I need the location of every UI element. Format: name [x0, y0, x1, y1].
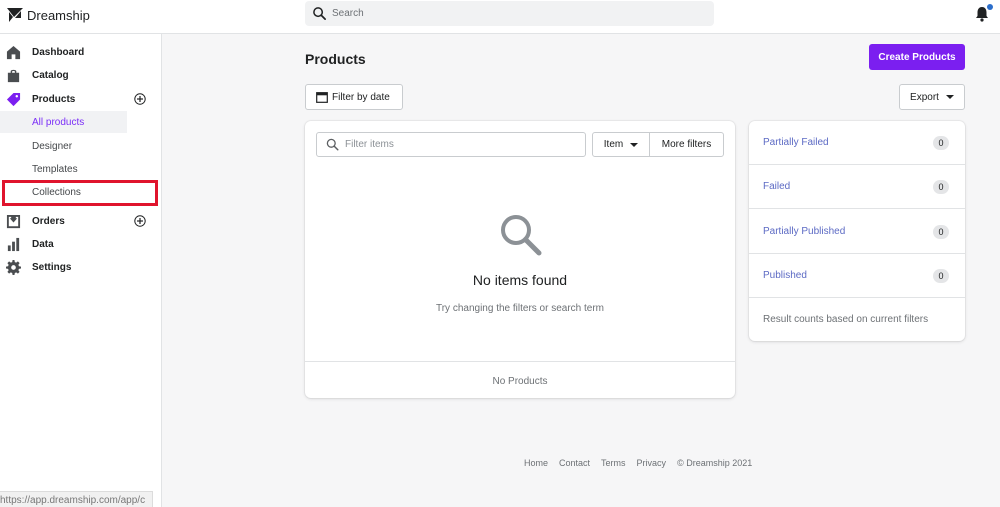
products-card: Item More filters No items found Try cha…	[305, 121, 735, 398]
page-footer: Home Contact Terms Privacy © Dreamship 2…	[524, 458, 752, 468]
sidebar-item-orders[interactable]: Orders	[0, 211, 161, 231]
sidebar-subitem-templates[interactable]: Templates	[0, 158, 127, 180]
caret-down-icon	[945, 95, 954, 99]
filter-by-date-button[interactable]: Filter by date	[305, 84, 403, 110]
sidebar-subitem-all-products[interactable]: All products	[0, 111, 127, 133]
item-filter-dropdown[interactable]: Item	[592, 132, 650, 157]
sidebar-subitem-designer[interactable]: Designer	[0, 135, 127, 157]
sidebar-item-dashboard[interactable]: Dashboard	[0, 42, 161, 62]
search-input[interactable]	[332, 8, 692, 19]
result-counts-note: Result counts based on current filters	[763, 314, 929, 325]
footer-copyright: © Dreamship 2021	[677, 458, 753, 468]
status-count-badge: 0	[933, 180, 949, 194]
status-row-label[interactable]: Published	[763, 270, 807, 281]
top-bar: Dreamship	[0, 0, 1000, 34]
bar-chart-icon	[7, 237, 20, 251]
sidebar-item-label: Orders	[32, 215, 65, 227]
filter-by-date-label: Filter by date	[332, 91, 390, 103]
status-row-partially-failed[interactable]: Partially Failed 0	[749, 121, 965, 165]
status-count-badge: 0	[933, 225, 949, 239]
footer-link-privacy[interactable]: Privacy	[637, 458, 667, 468]
more-filters-button[interactable]: More filters	[649, 132, 724, 157]
status-count-badge: 0	[933, 136, 949, 150]
highlight-box	[2, 180, 158, 206]
brand-name: Dreamship	[27, 7, 90, 23]
status-row-label[interactable]: Partially Failed	[763, 137, 829, 148]
status-row-failed[interactable]: Failed 0	[749, 165, 965, 209]
search-box[interactable]	[305, 1, 714, 26]
sidebar-item-catalog[interactable]: Catalog	[0, 65, 161, 85]
tag-icon	[6, 92, 21, 106]
empty-state-title: No items found	[472, 272, 568, 288]
item-filter-label: Item	[603, 139, 624, 150]
add-product-icon[interactable]	[134, 93, 146, 105]
sidebar: Dashboard Catalog Products All products …	[0, 34, 162, 507]
sidebar-item-label: Data	[32, 238, 54, 250]
caret-down-icon	[630, 142, 639, 147]
empty-state-subtitle: Try changing the filters or search term	[435, 303, 605, 314]
notification-dot	[987, 4, 993, 10]
page-title: Products	[305, 51, 366, 67]
logo[interactable]: Dreamship	[6, 5, 90, 25]
gear-icon	[6, 259, 21, 275]
status-row-partially-published[interactable]: Partially Published 0	[749, 210, 965, 254]
footer-link-home[interactable]: Home	[524, 458, 548, 468]
export-label: Export	[910, 91, 939, 103]
status-row-label[interactable]: Failed	[763, 181, 790, 192]
add-order-icon[interactable]	[134, 215, 146, 227]
sidebar-item-label: Products	[32, 93, 76, 105]
sidebar-item-settings[interactable]: Settings	[0, 257, 161, 277]
sidebar-item-data[interactable]: Data	[0, 234, 161, 254]
create-products-button[interactable]: Create Products	[869, 44, 965, 70]
more-filters-label: More filters	[661, 139, 712, 150]
products-card-footer: No Products	[305, 361, 735, 398]
magnifier-empty-icon	[501, 215, 542, 256]
search-icon	[326, 138, 339, 151]
footer-link-contact[interactable]: Contact	[559, 458, 590, 468]
inbox-download-icon	[6, 214, 21, 228]
home-icon	[6, 45, 21, 59]
status-count-badge: 0	[933, 269, 949, 283]
shopping-bag-icon	[7, 69, 20, 82]
export-button[interactable]: Export	[899, 84, 965, 110]
sidebar-item-label: Catalog	[32, 69, 69, 81]
sidebar-item-label: Dashboard	[32, 46, 85, 58]
footer-link-terms[interactable]: Terms	[601, 458, 626, 468]
sidebar-subitem-label: All products	[32, 116, 85, 128]
filter-items-input[interactable]	[345, 139, 575, 150]
status-counts-card: Partially Failed 0 Failed 0 Partially Pu…	[749, 121, 965, 341]
status-row-label[interactable]: Partially Published	[763, 226, 845, 237]
filter-items-box[interactable]	[316, 132, 586, 157]
search-icon	[313, 7, 326, 20]
sidebar-subitem-label: Templates	[32, 163, 78, 175]
sidebar-subitem-label: Designer	[32, 140, 73, 152]
dreamship-logo-icon	[7, 8, 23, 22]
calendar-icon	[316, 92, 328, 103]
sidebar-item-products[interactable]: Products	[0, 89, 161, 109]
status-bar-url: https://app.dreamship.com/app/c	[0, 491, 153, 507]
status-row-published[interactable]: Published 0	[749, 254, 965, 298]
sidebar-item-label: Settings	[32, 261, 72, 273]
